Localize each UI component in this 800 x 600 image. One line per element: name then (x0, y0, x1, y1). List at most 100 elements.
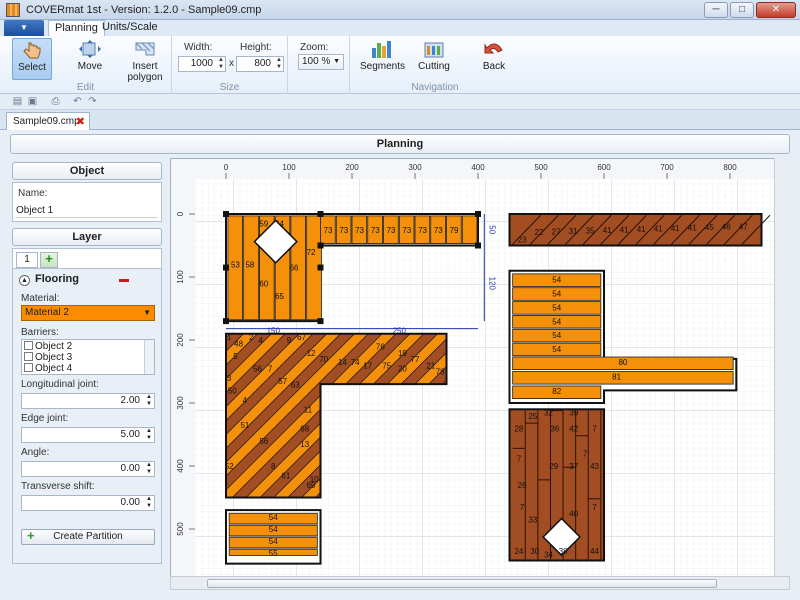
height-stepper[interactable]: 800 ▲ ▼ (236, 56, 284, 72)
layer-tab-1[interactable]: 1 (16, 252, 38, 268)
plank-number: 73 (339, 226, 348, 235)
transverse-shift-stepper[interactable]: 0.00 ▲ ▼ (21, 495, 155, 511)
bar-chart-icon (372, 41, 391, 58)
longitudinal-joint-stepper[interactable]: 2.00 ▲ ▼ (21, 393, 155, 409)
plank (461, 215, 478, 245)
remove-flooring-icon[interactable] (119, 279, 129, 282)
plank-number: 57 (278, 377, 287, 386)
plank-number: 54 (269, 537, 278, 546)
edge-joint-stepper[interactable]: 5.00 ▲ ▼ (21, 427, 155, 443)
plank-number: 54 (269, 525, 278, 534)
object-name-field[interactable]: Object 1 (16, 204, 158, 218)
plank-number: 73 (324, 226, 333, 235)
tab-units-scale[interactable]: Units/Scale (96, 20, 164, 36)
back-arrow-icon (484, 43, 503, 54)
plank-number: 27 (552, 227, 561, 236)
cutting-button[interactable]: Cutting (414, 38, 454, 80)
create-partition-button[interactable]: + Create Partition (21, 529, 155, 545)
plank-number: 7 (583, 450, 588, 459)
selection-handle (475, 242, 481, 249)
undo-icon[interactable]: ↶ (72, 96, 83, 107)
plank-number: 41 (620, 225, 629, 234)
new-file-icon[interactable]: ▤ (12, 96, 23, 107)
selection-handle (223, 318, 229, 325)
transverse-shift-label: Transverse shift: (21, 481, 95, 492)
add-layer-button[interactable]: + (40, 252, 58, 268)
plank-number: 54 (552, 331, 561, 340)
plank-number: 7 (592, 503, 597, 512)
plank-number: 65 (275, 292, 284, 301)
plank-number: 63 (291, 380, 300, 389)
plank-number: 40 (569, 509, 578, 518)
checkbox-icon[interactable] (24, 352, 33, 361)
zoom-dropdown[interactable]: 100 % ▼ (298, 54, 344, 70)
zoom-label: Zoom: (300, 42, 329, 53)
plank-number: 45 (705, 223, 714, 232)
select-button[interactable]: Select (12, 38, 52, 80)
plank-number: 73 (434, 226, 443, 235)
checkbox-icon[interactable] (24, 363, 33, 372)
dimension-label: 120 (487, 277, 496, 291)
barriers-scrollbar[interactable] (144, 340, 154, 374)
ruler-label-y: 300 (176, 396, 185, 410)
dimension-label: 50 (487, 225, 496, 234)
plank-number: 54 (552, 317, 561, 326)
scroll-thumb[interactable] (207, 579, 717, 588)
plank-number: 41 (637, 225, 646, 234)
plank-number: 14 (338, 358, 347, 367)
floor-plan[interactable]: 0 100 200 300 400 500 600 700 800 0 100 200 300 400 50… (171, 159, 775, 577)
plank-number: 56 (253, 365, 262, 374)
plank-number: 30 (530, 547, 539, 556)
plank-number: 41 (654, 224, 663, 233)
plank-number: 2 (249, 333, 254, 342)
move-button[interactable]: Move (70, 38, 110, 80)
minimize-button[interactable]: ─ (704, 2, 728, 18)
edit-group: Select Move Insert polygon Edit (0, 36, 172, 94)
plus-icon: + (27, 528, 35, 543)
collapse-icon[interactable]: ▲ (19, 275, 30, 286)
application-menu-button[interactable]: ▼ (4, 20, 44, 36)
redo-icon[interactable]: ↷ (87, 96, 98, 107)
plank-number: 55 (269, 549, 278, 558)
size-group-label: Size (219, 82, 240, 93)
horizontal-scrollbar[interactable] (170, 576, 790, 590)
plank-number: 34 (544, 550, 553, 559)
ribbon-tab-strip: ▼ Planning Units/Scale (0, 20, 800, 36)
plank-number: 70 (319, 355, 328, 364)
checkbox-icon[interactable] (24, 341, 33, 350)
plank-number: 12 (307, 349, 316, 358)
plank-number: 74 (351, 358, 360, 367)
print-icon[interactable]: ⎙ (50, 96, 61, 107)
width-stepper[interactable]: 1000 ▲ ▼ (178, 56, 226, 72)
plank-number: 23 (518, 235, 527, 244)
barrier-object-4[interactable]: Object 4 (24, 363, 72, 374)
material-dropdown[interactable]: Material 2 ▼ (21, 305, 155, 321)
edge-joint-label: Edge joint: (21, 413, 69, 424)
plank-number: 22 (535, 228, 544, 237)
plank-number: 42 (569, 424, 578, 433)
plank-number: 35 (586, 226, 595, 235)
plank-number: 29 (549, 462, 558, 471)
angle-stepper[interactable]: 0.00 ▲ ▼ (21, 461, 155, 477)
selection-handle (475, 211, 481, 217)
segments-button[interactable]: Segments (360, 38, 405, 80)
plank-number: 37 (569, 462, 578, 471)
close-button[interactable]: ✕ (756, 2, 796, 18)
maximize-button[interactable]: □ (730, 2, 754, 18)
back-button[interactable]: Back (474, 38, 514, 80)
ruler-label-y: 400 (176, 459, 185, 473)
save-icon[interactable]: ▣ (27, 96, 38, 107)
ruler-label-y: 100 (176, 270, 185, 284)
planning-canvas[interactable]: 0 100 200 300 400 500 600 700 800 0 100 200 300 400 50… (170, 158, 790, 590)
ruler-label-y: 200 (176, 333, 185, 347)
vertical-scrollbar[interactable] (774, 158, 790, 576)
selection-handle (317, 242, 324, 249)
document-tab-sample09[interactable]: Sample09.cmp ✖ (6, 112, 90, 130)
ribbon: Select Move Insert polygon Edit Width: H… (0, 36, 800, 94)
plank-number: 41 (603, 226, 612, 235)
plank-number: 20 (398, 365, 407, 374)
object-header: Object (12, 162, 162, 180)
insert-polygon-button[interactable]: Insert polygon (124, 38, 166, 83)
close-document-icon[interactable]: ✖ (76, 114, 85, 131)
plank-number: 7 (517, 455, 522, 464)
